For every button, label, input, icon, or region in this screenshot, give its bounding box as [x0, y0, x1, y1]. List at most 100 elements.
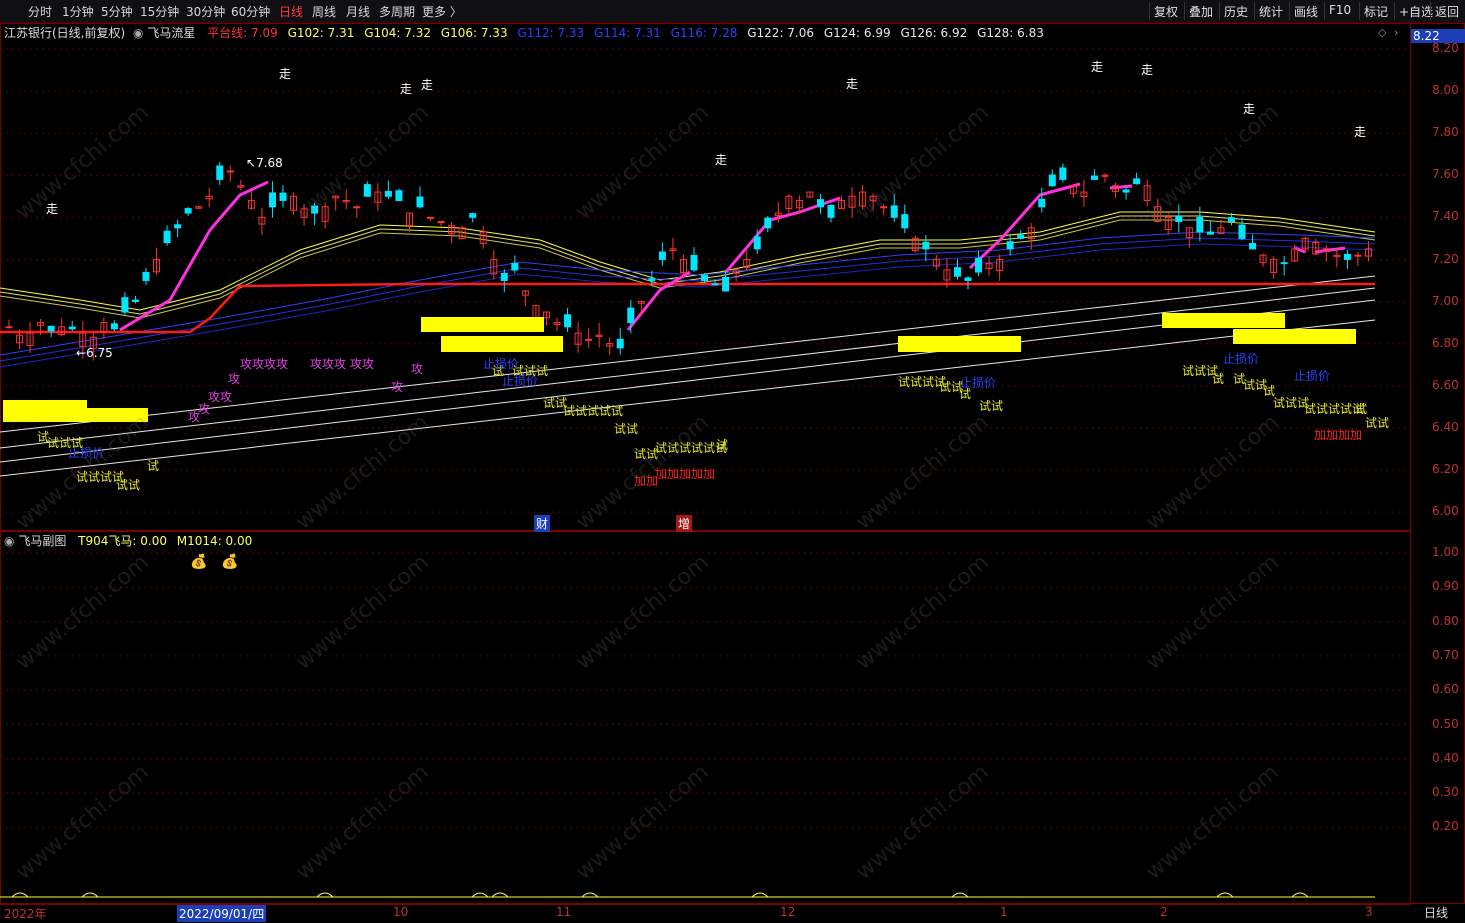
zou-mark: 走	[400, 82, 413, 96]
candlestick	[616, 338, 624, 349]
candlestick	[268, 192, 276, 208]
stop-loss-mark: 止损价	[1223, 352, 1260, 366]
back-button[interactable]: 返回	[1430, 2, 1463, 20]
sub-signal-arc	[751, 892, 769, 898]
x-axis-label: 2022年	[4, 907, 47, 921]
zou-mark: 走	[715, 153, 728, 167]
zou-mark: 走	[1091, 60, 1104, 74]
zou-mark: 走	[421, 78, 434, 92]
stop-loss-mark: 止损价	[1294, 369, 1331, 383]
trend-line	[0, 287, 1376, 449]
shi-mark: 试试	[1365, 416, 1390, 430]
candlestick	[47, 325, 55, 332]
candlestick	[427, 216, 435, 219]
low-price-mark: ←6.75	[76, 346, 113, 360]
trend-magenta-line	[1314, 246, 1346, 254]
trend-magenta-line	[119, 180, 269, 332]
candlestick	[1122, 189, 1130, 193]
gong-mark: 攻攻攻	[310, 357, 347, 371]
candlestick	[722, 276, 730, 292]
finance-event-mark[interactable]: 财	[534, 515, 551, 532]
y-axis-tick-label: 7.60	[1432, 167, 1459, 182]
candlestick	[1006, 241, 1014, 250]
candlestick	[1280, 262, 1288, 265]
x-axis-label: 1	[1000, 905, 1008, 919]
gong-mark: 攻攻	[208, 390, 233, 404]
candlestick	[416, 196, 424, 208]
sub-signal-arc	[1216, 892, 1234, 898]
placement-event-mark[interactable]: 增	[676, 515, 693, 532]
candlestick	[585, 338, 593, 341]
candlestick	[1196, 216, 1204, 233]
candlestick	[511, 263, 519, 271]
candlestick	[1206, 231, 1214, 235]
candlestick	[890, 205, 898, 218]
candlestick	[500, 272, 508, 281]
y-axis-tick-label: 7.40	[1432, 209, 1459, 224]
signal-block	[1162, 313, 1285, 328]
shi-mark: 试	[1212, 372, 1225, 386]
candlestick	[827, 205, 835, 218]
sub-y-axis-tick-label: 0.40	[1432, 750, 1459, 765]
zou-mark: 走	[1354, 125, 1367, 139]
y-axis-tick-label: 6.60	[1432, 377, 1459, 392]
signal-block	[441, 336, 563, 352]
y-axis-tick-label: 7.20	[1432, 251, 1459, 266]
ma-blue-line	[0, 243, 1376, 368]
shi-mark: 试试试试试	[563, 404, 624, 418]
sub-y-axis-tick-label: 1.00	[1432, 545, 1459, 559]
candlestick	[5, 326, 13, 329]
zou-mark: 走	[46, 202, 59, 216]
signal-block	[421, 317, 544, 332]
candlestick	[68, 326, 76, 330]
shi-mark: 试	[716, 438, 729, 452]
zou-mark: 走	[846, 77, 859, 91]
candlestick	[1238, 224, 1246, 239]
stop-loss-mark: 止损价	[960, 376, 997, 390]
candlestick	[131, 299, 139, 302]
zou-mark: 走	[279, 67, 292, 81]
candlestick	[1090, 175, 1098, 180]
candlestick	[711, 283, 719, 286]
candlestick	[880, 206, 888, 209]
candlestick	[384, 191, 392, 197]
candlestick	[163, 230, 171, 244]
zou-mark: 走	[1243, 102, 1256, 116]
shi-mark: 试试	[614, 422, 639, 436]
high-price-mark: ↖7.68	[246, 156, 283, 170]
signal-block	[3, 408, 148, 422]
sub-y-axis-tick-label: 0.20	[1432, 819, 1459, 834]
sub-signal-arc	[491, 892, 509, 898]
y-axis-tick-label: 8.00	[1432, 83, 1459, 98]
candlestick	[753, 236, 761, 250]
candlestick	[1133, 178, 1141, 185]
sub-signal-arc	[1291, 892, 1309, 898]
sub-signal-arc	[951, 892, 969, 898]
period-label[interactable]: 日线	[1424, 904, 1448, 921]
y-axis-tick-label: 6.40	[1432, 419, 1459, 434]
candlestick	[279, 192, 287, 201]
candlestick	[1343, 253, 1351, 260]
x-axis-label: 10	[393, 905, 409, 919]
signal-block	[1233, 329, 1356, 344]
candlestick	[174, 224, 182, 229]
candlestick	[395, 190, 403, 201]
x-axis-label: 3	[1365, 905, 1373, 919]
gong-mark: 攻攻	[350, 357, 375, 371]
gong-mark: 攻	[391, 380, 404, 394]
candlestick	[627, 307, 635, 324]
candlestick	[964, 277, 972, 281]
candlestick	[1048, 174, 1056, 187]
candlestick	[816, 199, 824, 208]
gong-mark: 攻	[228, 372, 241, 386]
x-axis-label: 12	[780, 905, 796, 919]
candlestick	[216, 165, 224, 180]
sub-signal-arc	[11, 892, 29, 898]
shi-mark: 试试	[116, 478, 141, 492]
stop-loss-mark: 止损价	[68, 446, 105, 460]
y-axis-tick-label: 7.80	[1432, 125, 1459, 140]
candlestick	[690, 254, 698, 271]
candlestick	[226, 170, 234, 173]
candlestick	[1249, 243, 1257, 250]
sub-y-axis-tick-label: 0.80	[1432, 613, 1459, 628]
